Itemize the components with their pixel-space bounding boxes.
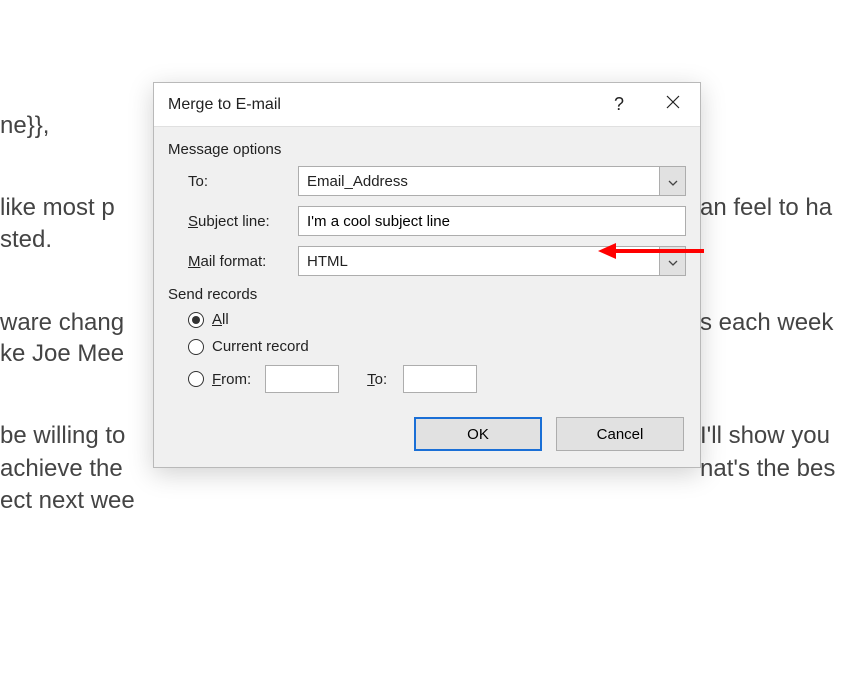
radio-from-label: From: (212, 371, 251, 388)
to-dropdown-arrow[interactable] (659, 167, 685, 195)
radio-from-row[interactable]: From: To: (188, 365, 686, 393)
radio-all-label: All (212, 311, 229, 328)
bg-text-line: like most p (0, 192, 115, 224)
to-dropdown-value: Email_Address (299, 167, 659, 195)
radio-from[interactable] (188, 371, 204, 387)
bg-text-line: ware chang (0, 307, 124, 339)
dialog-button-row: OK Cancel (168, 417, 686, 451)
mail-format-value: HTML (299, 247, 659, 275)
dialog-titlebar: Merge to E-mail ? (154, 83, 700, 127)
bg-text-line: s each week (700, 307, 833, 339)
mail-format-dropdown[interactable]: HTML (298, 246, 686, 276)
radio-all[interactable] (188, 312, 204, 328)
send-records-group-label: Send records (168, 286, 686, 303)
radio-current-row[interactable]: Current record (188, 338, 686, 355)
subject-input[interactable] (298, 206, 686, 236)
from-input[interactable] (265, 365, 339, 393)
bg-text-line: an feel to ha (700, 192, 832, 224)
mail-format-row: Mail format: HTML (188, 246, 686, 276)
radio-all-row[interactable]: All (188, 311, 686, 328)
merge-to-email-dialog: Merge to E-mail ? Message options To: Em… (153, 82, 701, 468)
subject-row: Subject line: (188, 206, 686, 236)
bg-text-line: achieve the (0, 453, 123, 485)
radio-current[interactable] (188, 339, 204, 355)
dialog-title: Merge to E-mail (168, 96, 592, 114)
bg-text-line: nat's the bes (700, 453, 835, 485)
to-row: To: Email_Address (188, 166, 686, 196)
radio-current-label: Current record (212, 338, 309, 355)
ok-button[interactable]: OK (414, 417, 542, 451)
mail-format-label: Mail format: (188, 253, 298, 270)
send-records-group: Send records All Current record From: To… (168, 286, 686, 393)
help-button[interactable]: ? (592, 83, 646, 127)
bg-text-line: ect next wee (0, 485, 135, 517)
chevron-down-icon (668, 253, 678, 270)
cancel-button[interactable]: Cancel (556, 417, 684, 451)
subject-label: Subject line: (188, 213, 298, 230)
dialog-body: Message options To: Email_Address Subjec… (154, 127, 700, 467)
message-options-group-label: Message options (168, 141, 686, 158)
bg-text-line: I'll show you (700, 420, 830, 452)
close-icon (666, 95, 680, 114)
to-input[interactable] (403, 365, 477, 393)
chevron-down-icon (668, 173, 678, 190)
bg-text-line: be willing to (0, 420, 125, 452)
to-dropdown[interactable]: Email_Address (298, 166, 686, 196)
range-to-label: To: (367, 371, 387, 388)
bg-text-line: ne}}, (0, 110, 49, 142)
mail-format-dropdown-arrow[interactable] (659, 247, 685, 275)
to-label: To: (188, 173, 298, 190)
close-button[interactable] (646, 83, 700, 127)
bg-text-line: ke Joe Mee (0, 338, 124, 370)
bg-text-line: sted. (0, 224, 52, 256)
